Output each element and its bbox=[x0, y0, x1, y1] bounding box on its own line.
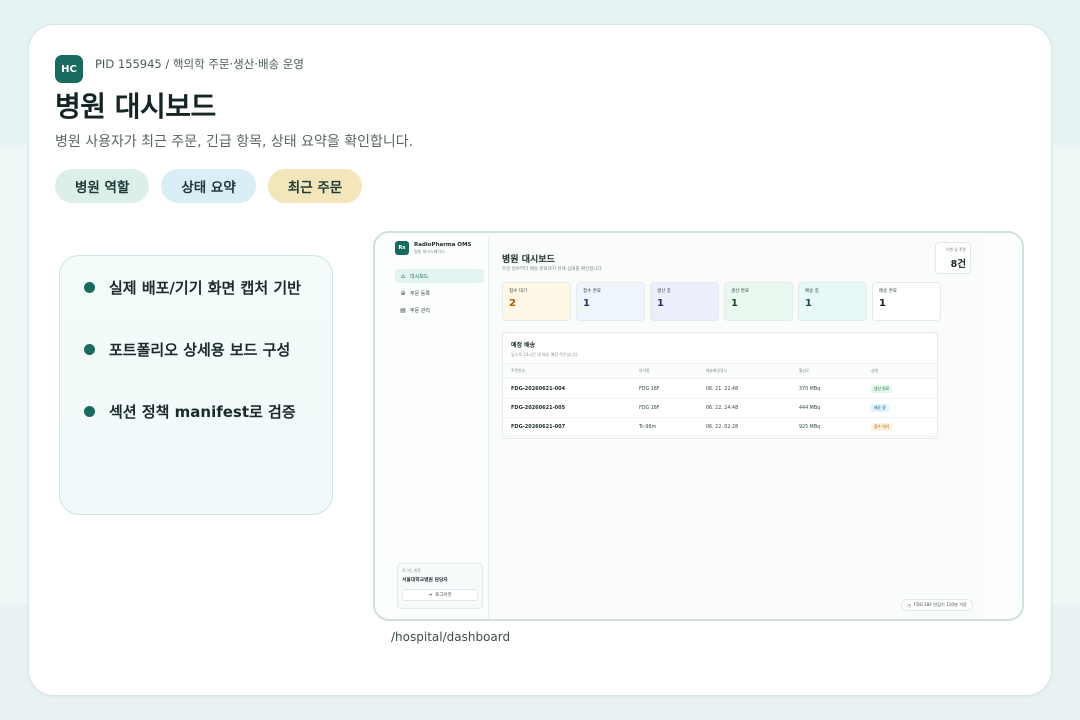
sidebar-item-dashboard[interactable]: ⌂ 대시보드 bbox=[395, 269, 484, 283]
stat-value: 1 bbox=[805, 298, 812, 309]
drug-name: Tc-99m bbox=[639, 424, 657, 430]
feature-text: 포트폴리오 상세용 보드 구성 bbox=[109, 341, 291, 359]
half-life-text: FDG 18F 반감기 110분 기준 bbox=[913, 602, 967, 607]
activity-value: 444 MBq bbox=[799, 405, 821, 411]
status-badge: 접수 대기 bbox=[871, 423, 893, 431]
main-content: 병원 대시보드 주문 접수부터 배송 완료까지 현재 상태를 확인합니다. 이번… bbox=[489, 237, 983, 619]
stat-label: 생산 중 bbox=[657, 289, 671, 294]
sidebar-item-order-manage[interactable]: ▤ 주문 관리 bbox=[395, 303, 484, 317]
stat-card[interactable]: 배송 완료 1 bbox=[872, 282, 941, 321]
status-summary: 접수 대기 2 접수 완료 1 생산 중 1 생산 완료 1 배송 중 1 배송 완료 1 bbox=[502, 282, 941, 321]
sidebar-item-order-create[interactable]: ⊕ 주문 등록 bbox=[395, 286, 484, 300]
monthly-orders-card: 이번 달 주문 8건 bbox=[935, 242, 971, 274]
monthly-orders-label: 이번 달 주문 bbox=[946, 247, 966, 252]
half-life-note: ◷ FDG 18F 반감기 110분 기준 bbox=[901, 599, 973, 611]
delivery-time: 06. 22. 24:48 bbox=[706, 405, 739, 411]
column-header: 의약품 bbox=[639, 368, 650, 373]
scheduled-deliveries-panel: 예정 배송 앞으로 24시간 내 배송 예정 주문입니다. 주문번호 의약품 배… bbox=[502, 332, 938, 439]
plus-circle-icon: ⊕ bbox=[400, 289, 406, 297]
stat-card[interactable]: 생산 완료 1 bbox=[724, 282, 793, 321]
feature-item: 섹션 정책 manifest로 검증 bbox=[84, 396, 332, 427]
activity-value: 370 MBq bbox=[799, 386, 821, 392]
order-id: FDG-20260621-005 bbox=[511, 405, 566, 411]
status-badge: 배송 중 bbox=[871, 404, 889, 412]
brand-name: RadioPharma OMS bbox=[414, 241, 472, 248]
chip-recent-orders[interactable]: 최근 주문 bbox=[267, 169, 363, 203]
route-path: /hospital/dashboard bbox=[391, 630, 511, 644]
sidebar-item-label: 대시보드 bbox=[410, 273, 429, 280]
feature-text: 섹션 정책 manifest로 검증 bbox=[109, 403, 296, 421]
column-header: 배송희망일시 bbox=[706, 368, 727, 373]
chip-hospital-role[interactable]: 병원 역할 bbox=[55, 169, 150, 203]
bullet-dot-icon bbox=[84, 406, 95, 417]
logout-button[interactable]: ⇥ 로그아웃 bbox=[402, 589, 478, 601]
table-row[interactable]: FDG-20260621-005 FDG 18F 06. 22. 24:48 444 … bbox=[503, 399, 937, 418]
drug-name: FDG 18F bbox=[639, 405, 660, 411]
panel-subtitle: 앞으로 24시간 내 배송 예정 주문입니다. bbox=[511, 352, 579, 357]
user-label: 로그인 계정 bbox=[402, 568, 421, 573]
stat-label: 생산 완료 bbox=[731, 289, 749, 294]
stat-label: 배송 완료 bbox=[879, 289, 897, 294]
tag-chips: 병원 역할 상태 요약 최근 주문 bbox=[55, 169, 363, 203]
sidebar-item-label: 주문 관리 bbox=[410, 307, 430, 314]
rx-logo-icon: Rx bbox=[395, 241, 409, 255]
column-header: 활성도 bbox=[799, 368, 810, 373]
sidebar-nav: ⌂ 대시보드 ⊕ 주문 등록 ▤ 주문 관리 bbox=[389, 269, 488, 317]
app-subtitle: 주문 접수부터 배송 완료까지 현재 상태를 확인합니다. bbox=[502, 267, 604, 272]
sidebar-item-label: 주문 등록 bbox=[410, 290, 430, 297]
stat-label: 접수 대기 bbox=[509, 289, 527, 294]
status-badge: 생산 완료 bbox=[871, 385, 893, 393]
brand: Rx RadioPharma OMS 병원 워크스페이스 bbox=[395, 241, 488, 255]
hc-logo: HC bbox=[55, 55, 83, 83]
stat-value: 1 bbox=[731, 298, 738, 309]
logout-icon: ⇥ bbox=[428, 592, 433, 598]
breadcrumb: PID 155945 / 핵의학 주문·생산·배송 운영 bbox=[95, 57, 304, 71]
stat-label: 접수 완료 bbox=[583, 289, 601, 294]
feature-list: 실제 배포/기기 화면 캡처 기반 포트폴리오 상세용 보드 구성 섹션 정책 … bbox=[59, 255, 333, 515]
feature-item: 포트폴리오 상세용 보드 구성 bbox=[84, 334, 332, 365]
stat-label: 배송 중 bbox=[805, 289, 819, 294]
brand-sub: 병원 워크스페이스 bbox=[414, 248, 445, 254]
column-header: 주문번호 bbox=[511, 368, 525, 373]
monthly-orders-value: 8건 bbox=[950, 259, 966, 270]
order-id: FDG-20260621-007 bbox=[511, 424, 566, 430]
table-row[interactable]: FDG-20260621-007 Tc-99m 06. 22. 02:28 925 M… bbox=[503, 418, 937, 437]
logout-label: 로그아웃 bbox=[435, 593, 452, 598]
stat-card[interactable]: 접수 대기 2 bbox=[502, 282, 571, 321]
stat-card[interactable]: 배송 중 1 bbox=[798, 282, 867, 321]
page-title: 병원 대시보드 bbox=[55, 90, 216, 123]
sidebar: Rx RadioPharma OMS 병원 워크스페이스 ⌂ 대시보드 ⊕ 주문… bbox=[389, 237, 489, 619]
portfolio-card: HC PID 155945 / 핵의학 주문·생산·배송 운영 병원 대시보드 … bbox=[28, 24, 1052, 696]
column-header: 상태 bbox=[871, 368, 878, 373]
drug-name: FDG 18F bbox=[639, 386, 660, 392]
screenshot-frame: Rx RadioPharma OMS 병원 워크스페이스 ⌂ 대시보드 ⊕ 주문… bbox=[373, 231, 1024, 621]
activity-value: 925 MBq bbox=[799, 424, 821, 430]
bullet-dot-icon bbox=[84, 282, 95, 293]
user-name: 서울대학교병원 담당자 bbox=[402, 578, 448, 583]
feature-item: 실제 배포/기기 화면 캡처 기반 bbox=[84, 272, 332, 303]
stat-value: 2 bbox=[509, 298, 516, 309]
table-row[interactable]: FDG-20260621-004 FDG 18F 06. 21. 22:48 370 … bbox=[503, 380, 937, 399]
list-icon: ▤ bbox=[400, 306, 406, 314]
page-subtitle: 병원 사용자가 최근 주문, 긴급 항목, 상태 요약을 확인합니다. bbox=[55, 134, 414, 150]
delivery-time: 06. 22. 02:28 bbox=[706, 424, 739, 430]
bullet-dot-icon bbox=[84, 344, 95, 355]
app-title: 병원 대시보드 bbox=[502, 255, 555, 265]
stat-value: 1 bbox=[879, 298, 886, 309]
stat-value: 1 bbox=[583, 298, 590, 309]
stat-card[interactable]: 접수 완료 1 bbox=[576, 282, 645, 321]
home-icon: ⌂ bbox=[401, 272, 405, 280]
clock-icon: ◷ bbox=[907, 602, 911, 608]
table-header: 주문번호 의약품 배송희망일시 활성도 상태 bbox=[503, 363, 937, 379]
feature-text: 실제 배포/기기 화면 캡처 기반 bbox=[109, 279, 301, 297]
stat-value: 1 bbox=[657, 298, 664, 309]
order-id: FDG-20260621-004 bbox=[511, 386, 566, 392]
chip-status-summary[interactable]: 상태 요약 bbox=[161, 169, 256, 203]
user-box: 로그인 계정 서울대학교병원 담당자 ⇥ 로그아웃 bbox=[397, 563, 483, 609]
stat-card[interactable]: 생산 중 1 bbox=[650, 282, 719, 321]
panel-title: 예정 배송 bbox=[511, 342, 536, 349]
app-preview: Rx RadioPharma OMS 병원 워크스페이스 ⌂ 대시보드 ⊕ 주문… bbox=[389, 237, 983, 619]
delivery-time: 06. 21. 22:48 bbox=[706, 386, 739, 392]
